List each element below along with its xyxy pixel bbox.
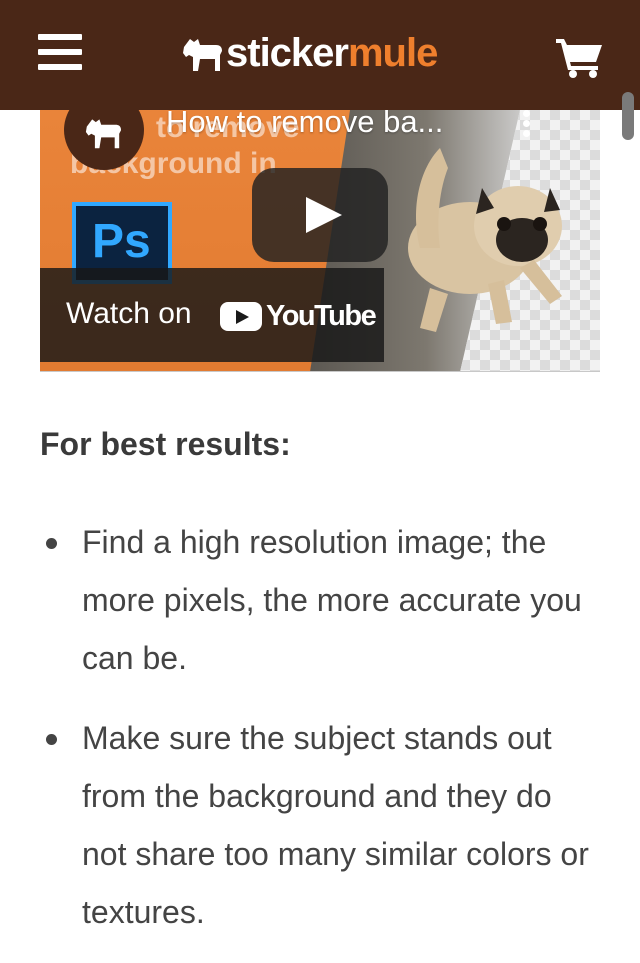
logo-wordmark: stickermule (226, 28, 438, 78)
watch-on-label: Watch on (66, 297, 192, 330)
site-header: stickermule (0, 0, 640, 110)
play-icon (306, 197, 342, 233)
logo-wordmark-part1: sticker (226, 31, 349, 75)
sticker-mule-logo[interactable]: stickermule (180, 28, 438, 78)
video-title[interactable]: How to remove ba... (166, 110, 496, 142)
list-item: Find a high resolution image; the more p… (40, 513, 600, 687)
pug-dog-image (408, 148, 562, 332)
divider (40, 371, 600, 372)
hamburger-menu-icon[interactable] (38, 32, 82, 72)
menu-line (38, 34, 82, 40)
logo-wordmark-part2: mule (347, 31, 438, 75)
list-item-text: Find a high resolution image; the more p… (82, 524, 582, 676)
more-dot (523, 130, 530, 137)
menu-line (38, 49, 82, 55)
more-dot (523, 110, 530, 117)
watch-on-youtube-button[interactable]: Watch on YouTube (40, 268, 384, 362)
bullet-icon (46, 538, 57, 549)
list-item-text: Make sure the subject stands out from th… (82, 720, 589, 930)
page-scrollbar[interactable] (622, 92, 634, 140)
bullet-icon (46, 734, 57, 745)
mule-logo-icon (183, 39, 222, 71)
play-button[interactable] (252, 168, 388, 262)
shopping-cart-icon[interactable] (556, 36, 604, 78)
section-heading: For best results: (40, 426, 291, 462)
list-item: Make sure the subject stands out from th… (40, 709, 600, 941)
menu-line (38, 64, 82, 70)
more-dot (523, 120, 530, 127)
more-vertical-icon[interactable] (520, 110, 534, 138)
youtube-play-icon (220, 301, 262, 331)
mule-logo-icon (85, 119, 121, 149)
youtube-logo: YouTube (220, 300, 377, 332)
youtube-wordmark: YouTube (266, 300, 377, 332)
youtube-video-embed[interactable]: to remove background in Ps How to remove… (40, 110, 600, 372)
tips-list: Find a high resolution image; the more p… (40, 513, 600, 963)
photoshop-logo-text: Ps (92, 215, 151, 268)
